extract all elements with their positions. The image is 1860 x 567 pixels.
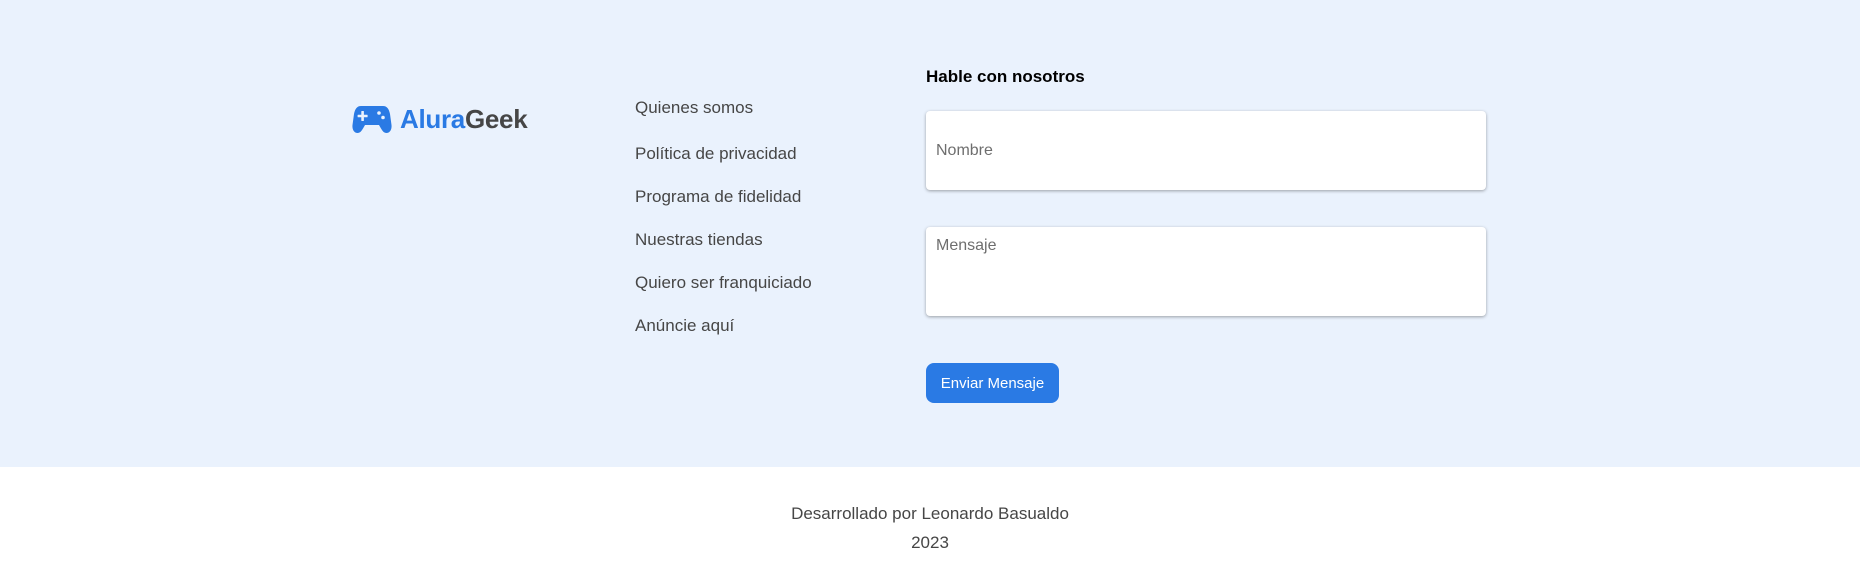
copyright-year: 2023 — [911, 533, 949, 552]
developer-credit: Desarrollado por Leonardo Basualdo — [791, 504, 1069, 523]
link-programa-fidelidad[interactable]: Programa de fidelidad — [635, 186, 801, 208]
link-quienes-somos[interactable]: Quienes somos — [635, 97, 753, 119]
link-nuestras-tiendas[interactable]: Nuestras tiendas — [635, 229, 763, 251]
link-franquiciado[interactable]: Quiero ser franquiciado — [635, 272, 812, 294]
link-anuncie-aqui[interactable]: Anúncie aquí — [635, 315, 734, 337]
name-input[interactable] — [926, 111, 1486, 190]
alurageek-logo[interactable]: AluraGeek — [352, 102, 528, 136]
logo-text-geek: Geek — [464, 104, 528, 134]
logo-wordmark: AluraGeek — [400, 102, 528, 136]
footer-links: Quienes somos Política de privacidad Pro… — [635, 0, 895, 467]
logo-text-alura: Alura — [400, 104, 465, 134]
send-message-button[interactable]: Enviar Mensaje — [926, 363, 1059, 403]
message-textarea[interactable] — [926, 227, 1486, 316]
footer-main-section: AluraGeek Quienes somos Política de priv… — [0, 0, 1860, 467]
contact-title: Hable con nosotros — [926, 67, 1085, 86]
link-politica-privacidad[interactable]: Política de privacidad — [635, 143, 797, 165]
footer-credits: Desarrollado por Leonardo Basualdo 2023 — [0, 467, 1860, 567]
gamepad-icon — [352, 106, 392, 133]
